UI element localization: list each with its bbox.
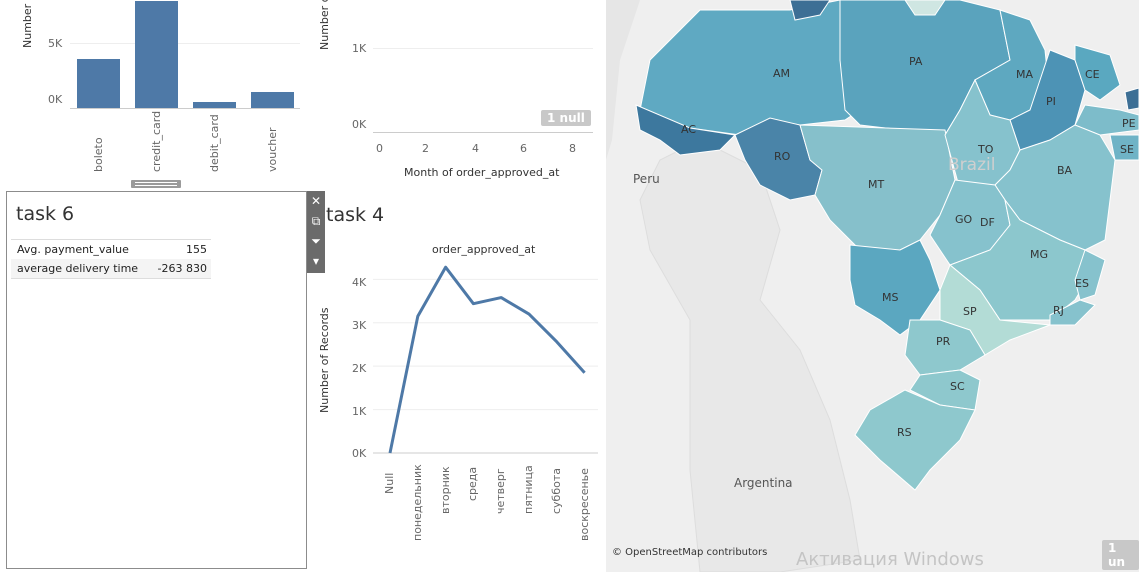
state-label-RS: RS	[897, 426, 912, 439]
state-label-PR: PR	[936, 335, 951, 348]
country-label: Argentina	[734, 476, 793, 490]
state-label-PE: PE	[1122, 117, 1136, 130]
brazil-map[interactable]	[606, 0, 1139, 572]
state-label-RO: RO	[774, 150, 791, 163]
line-chart	[373, 265, 598, 454]
state-label-PI: PI	[1046, 95, 1056, 108]
state-label-MA: MA	[1016, 68, 1034, 81]
state-label-RJ: RJ	[1053, 304, 1064, 317]
state-label-SP: SP	[963, 305, 977, 318]
windows-activation-watermark: Активация Windows	[796, 549, 984, 570]
series-line	[388, 265, 586, 454]
x-tick: понедельник	[410, 463, 424, 541]
state-label-GO: GO	[955, 213, 973, 226]
state-label-DF: DF	[980, 216, 995, 229]
state-label-ES: ES	[1075, 277, 1089, 290]
state-label-PA: PA	[909, 55, 923, 68]
country-label: Peru	[633, 172, 660, 186]
x-tick: Null	[383, 473, 396, 495]
state-label-SC: SC	[950, 380, 965, 393]
x-tick: четверг	[494, 468, 508, 515]
state-label-SE: SE	[1120, 143, 1134, 156]
state-label-AC: AC	[681, 123, 697, 136]
map-credit[interactable]: © OpenStreetMap contributors	[612, 547, 767, 558]
state-label-AM: AM	[773, 67, 791, 80]
x-tick: воскресенье	[577, 467, 591, 541]
x-tick: вторник	[438, 466, 452, 515]
unknown-badge[interactable]: 1 un	[1102, 540, 1139, 570]
x-tick: суббота	[549, 468, 563, 515]
state-label-MS: MS	[882, 291, 899, 304]
state-label-MT: MT	[868, 178, 885, 191]
state-label-MG: MG	[1030, 248, 1049, 261]
state-label-CE: CE	[1085, 68, 1100, 81]
state-label-BA: BA	[1057, 164, 1073, 177]
x-tick: пятница	[522, 465, 535, 515]
country-label: Brazil	[948, 155, 996, 175]
x-tick: среда	[466, 466, 480, 501]
